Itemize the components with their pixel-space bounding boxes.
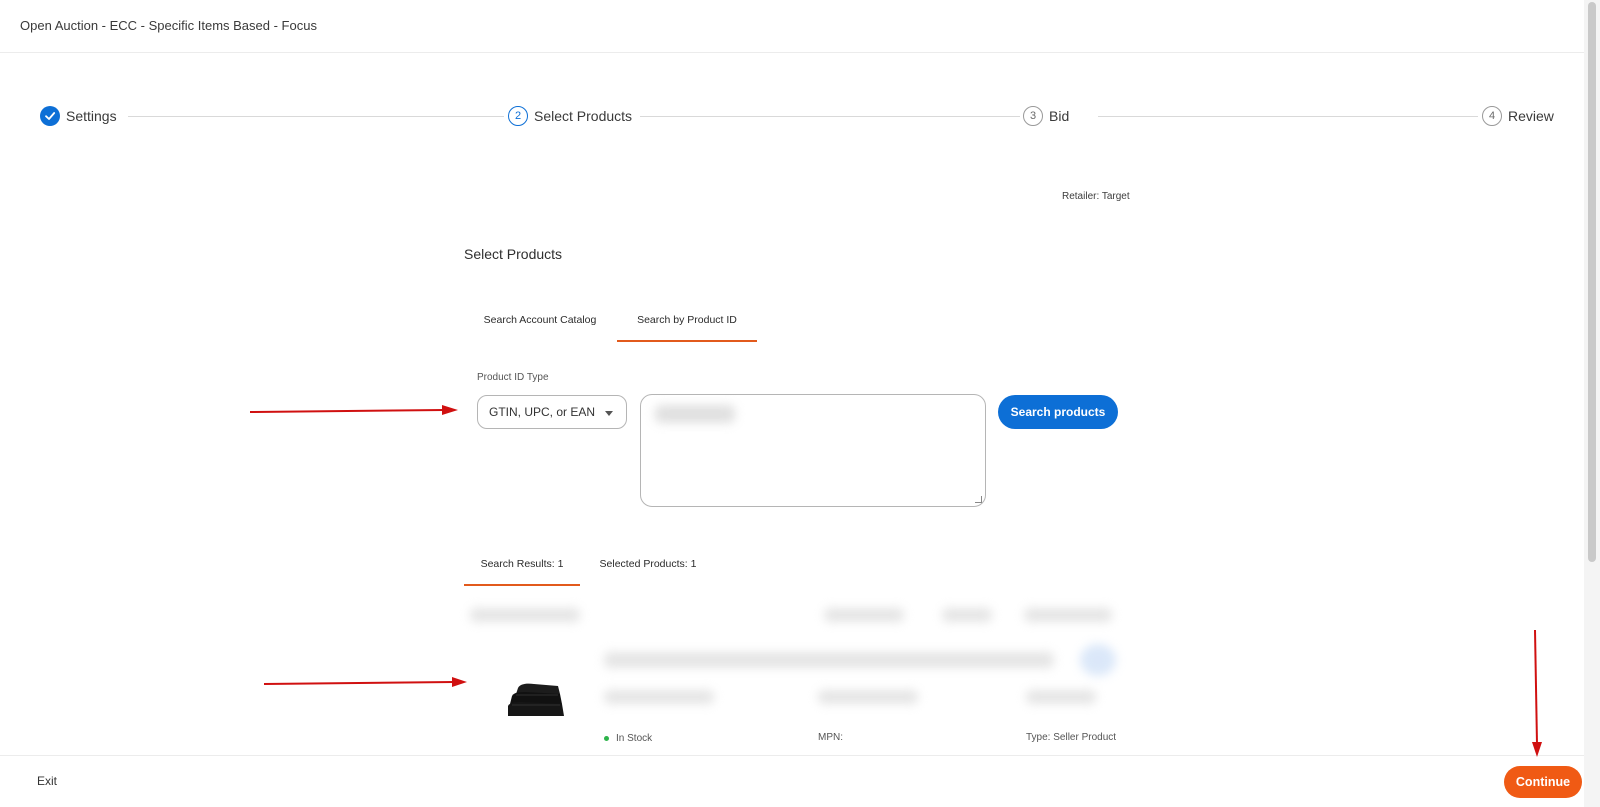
product-type-label: Type: Seller Product xyxy=(1026,732,1117,743)
footer-bar: Exit Continue xyxy=(0,755,1584,807)
step-settings[interactable]: Settings xyxy=(40,106,117,126)
select-value: GTIN, UPC, or EAN xyxy=(489,405,596,419)
step-connector xyxy=(640,116,1020,117)
results-tabs: Search Results: 1 Selected Products: 1 xyxy=(464,542,764,588)
step-label: Select Products xyxy=(534,108,633,124)
product-thumbnail xyxy=(506,680,564,720)
product-id-type-select[interactable]: GTIN, UPC, or EAN xyxy=(477,395,627,429)
redacted-product-title xyxy=(604,652,1054,668)
search-mode-tabs: Search Account Catalog Search by Product… xyxy=(464,298,764,342)
redacted-text xyxy=(942,608,992,622)
redacted-text xyxy=(604,690,714,704)
scrollbar-thumb[interactable] xyxy=(1588,2,1596,562)
redacted-text xyxy=(1026,690,1096,704)
tab-search-account-catalog[interactable]: Search Account Catalog xyxy=(464,298,616,342)
select-checkbox[interactable] xyxy=(1080,644,1116,676)
step-label: Review xyxy=(1508,108,1554,124)
tab-search-by-product-id[interactable]: Search by Product ID xyxy=(617,298,757,342)
redacted-text xyxy=(1024,608,1112,622)
redacted-text xyxy=(655,405,735,423)
resize-handle-icon[interactable] xyxy=(975,496,982,503)
step-number: 2 xyxy=(508,106,528,126)
stock-status: In Stock xyxy=(604,733,652,744)
search-products-button[interactable]: Search products xyxy=(998,395,1118,429)
stock-label: In Stock xyxy=(616,733,653,744)
checkmark-icon xyxy=(40,106,60,126)
step-label: Bid xyxy=(1049,108,1070,124)
redacted-text xyxy=(470,608,580,622)
top-bar: Open Auction - ECC - Specific Items Base… xyxy=(0,0,1584,53)
chevron-down-icon xyxy=(605,411,613,416)
step-number: 3 xyxy=(1023,106,1043,126)
step-number: 4 xyxy=(1482,106,1502,126)
progress-stepper: Settings 2 Select Products 3 Bid 4 Revie… xyxy=(0,96,1584,136)
retailer-label: Retailer: Target xyxy=(1062,191,1130,202)
product-id-type-label: Product ID Type xyxy=(477,372,549,383)
search-results-list: In Stock MPN: Type: Seller Product xyxy=(464,600,1120,750)
in-stock-dot-icon xyxy=(604,736,609,741)
step-review[interactable]: 4 Review xyxy=(1482,106,1554,126)
exit-button[interactable]: Exit xyxy=(37,774,57,788)
tab-search-results[interactable]: Search Results: 1 xyxy=(464,542,580,586)
annotation-arrow-icon xyxy=(1532,629,1542,757)
step-connector xyxy=(128,116,504,117)
step-bid[interactable]: 3 Bid xyxy=(1023,106,1069,126)
product-id-input[interactable] xyxy=(640,394,986,507)
annotation-arrow-icon xyxy=(249,405,458,415)
section-title: Select Products xyxy=(464,246,563,262)
redacted-text xyxy=(824,608,904,622)
scrollbar[interactable] xyxy=(1584,0,1600,807)
annotation-arrow-icon xyxy=(263,677,467,687)
step-connector xyxy=(1098,116,1478,117)
step-select-products[interactable]: 2 Select Products xyxy=(508,106,632,126)
tab-selected-products[interactable]: Selected Products: 1 xyxy=(584,542,712,586)
mpn-label: MPN: xyxy=(818,732,843,743)
page-title: Open Auction - ECC - Specific Items Base… xyxy=(20,18,317,33)
continue-button[interactable]: Continue xyxy=(1504,766,1582,798)
redacted-text xyxy=(818,690,918,704)
step-label: Settings xyxy=(66,108,117,124)
